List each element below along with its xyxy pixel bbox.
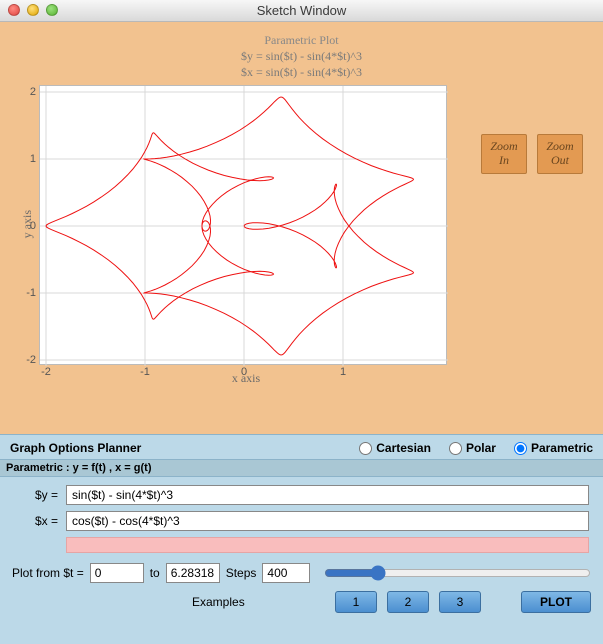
- window-titlebar: Sketch Window: [0, 0, 603, 22]
- plot-title-main: Parametric Plot: [14, 32, 589, 48]
- t-start-input[interactable]: [90, 563, 144, 583]
- y-ticks: -2-1012: [20, 86, 38, 364]
- mode-radios: Cartesian Polar Parametric: [359, 441, 593, 455]
- plot-from-label: Plot from $t =: [12, 566, 84, 580]
- options-title: Graph Options Planner: [10, 441, 141, 455]
- plot-button[interactable]: PLOT: [521, 591, 591, 613]
- mode-parametric[interactable]: Parametric: [514, 441, 593, 455]
- radio-parametric[interactable]: [514, 442, 527, 455]
- examples-label: Examples: [192, 595, 245, 609]
- options-panel: Graph Options Planner Cartesian Polar Pa…: [0, 434, 603, 644]
- example-3-button[interactable]: 3: [439, 591, 481, 613]
- example-1-button[interactable]: 1: [335, 591, 377, 613]
- x-equation-input[interactable]: [66, 511, 589, 531]
- x-equation-label: $x =: [14, 514, 58, 528]
- minimize-icon[interactable]: [27, 4, 39, 16]
- plot-canvas[interactable]: -2-1012 -2-101: [39, 85, 447, 365]
- to-label: to: [150, 566, 160, 580]
- status-bar: [66, 537, 589, 553]
- x-ticks: -2-101: [40, 366, 446, 382]
- steps-input[interactable]: [262, 563, 310, 583]
- window-title: Sketch Window: [257, 3, 347, 18]
- radio-cartesian[interactable]: [359, 442, 372, 455]
- zoom-out-button[interactable]: Zoom Out: [537, 134, 583, 174]
- plot-title-y: $y = sin($t) - sin(4*$t)^3: [14, 48, 589, 64]
- window-controls: [8, 4, 58, 16]
- plot-panel: Parametric Plot $y = sin($t) - sin(4*$t)…: [0, 22, 603, 434]
- t-end-input[interactable]: [166, 563, 220, 583]
- mode-polar[interactable]: Polar: [449, 441, 496, 455]
- steps-label: Steps: [226, 566, 257, 580]
- steps-slider[interactable]: [324, 565, 591, 581]
- example-2-button[interactable]: 2: [387, 591, 429, 613]
- plot-title-x: $x = sin($t) - sin(4*$t)^3: [14, 64, 589, 80]
- zoom-window-icon[interactable]: [46, 4, 58, 16]
- mode-cartesian[interactable]: Cartesian: [359, 441, 431, 455]
- mode-subheader: Parametric : y = f(t) , x = g(t): [0, 459, 603, 477]
- y-equation-label: $y =: [14, 488, 58, 502]
- plot-titles: Parametric Plot $y = sin($t) - sin(4*$t)…: [14, 32, 589, 81]
- close-icon[interactable]: [8, 4, 20, 16]
- y-equation-input[interactable]: [66, 485, 589, 505]
- zoom-in-button[interactable]: Zoom In: [481, 134, 527, 174]
- radio-polar[interactable]: [449, 442, 462, 455]
